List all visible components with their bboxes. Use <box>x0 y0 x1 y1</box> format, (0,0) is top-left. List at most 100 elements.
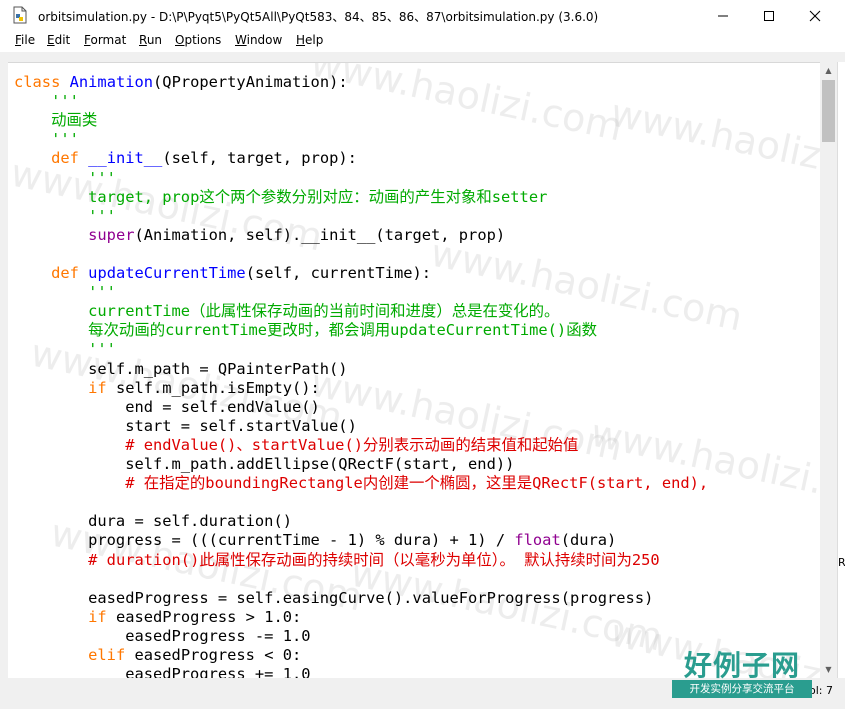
code-line[interactable]: ''' <box>14 169 116 188</box>
maximize-button[interactable] <box>746 0 792 31</box>
code-line[interactable]: # 在指定的boundingRectangle内创建一个椭圆，这里是QRectF… <box>14 474 708 493</box>
code-line[interactable]: 每次动画的currentTime更改时，都会调用updateCurrentTim… <box>14 321 597 340</box>
code-token: dura = self.duration() <box>14 512 292 531</box>
code-line[interactable]: # duration()此属性保存动画的持续时间（以毫秒为单位）。 默认持续时间… <box>14 551 660 570</box>
code-line[interactable]: self.m_path.addEllipse(QRectF(start, end… <box>14 455 514 474</box>
code-token: easedProgress < 0: <box>125 646 302 664</box>
watermark: www.haolizi.com <box>306 62 627 150</box>
column-indicator: ol: 7 <box>809 684 833 697</box>
menu-edit[interactable]: Edit <box>47 33 70 47</box>
code-line[interactable]: def updateCurrentTime(self, currentTime)… <box>14 264 431 283</box>
minimize-icon <box>718 15 728 16</box>
code-token: ''' <box>88 340 116 359</box>
code-line[interactable]: if easedProgress > 1.0: <box>14 608 301 627</box>
code-line[interactable]: # endValue()、startValue()分别表示动画的结束值和起始值 <box>14 436 578 455</box>
code-token: Animation <box>69 73 154 91</box>
code-token: (QPropertyAnimation): <box>153 73 348 91</box>
code-token: ''' <box>88 206 116 225</box>
watermark: www.haolizi.com <box>586 410 820 520</box>
menu-window[interactable]: Window <box>235 33 282 47</box>
code-line[interactable]: ''' <box>14 340 116 359</box>
code-line[interactable]: def __init__(self, target, prop): <box>14 149 357 168</box>
code-line[interactable]: super(Animation, self).__init__(target, … <box>14 226 505 245</box>
code-line[interactable]: progress = (((currentTime - 1) % dura) +… <box>14 531 616 550</box>
code-token: updateCurrentTime <box>88 264 246 282</box>
scroll-thumb[interactable] <box>822 80 835 142</box>
code-token: target, prop这个两个参数分别对应：动画的产生对象和setter <box>88 187 548 206</box>
vertical-scrollbar[interactable]: ▲ ▼ <box>820 62 837 678</box>
code-token: easedProgress = self.easingCurve().value… <box>14 588 654 607</box>
code-line[interactable]: elif easedProgress < 0: <box>14 646 301 665</box>
code-line[interactable]: ''' <box>14 283 116 302</box>
code-token: # duration()此属性保存动画的持续时间（以毫秒为单位）。 默认持续时间… <box>88 550 660 569</box>
scroll-up-icon[interactable]: ▲ <box>820 62 837 79</box>
code-token: start = self.startValue() <box>14 416 357 435</box>
code-token: self.m_path.isEmpty(): <box>106 378 320 397</box>
code-token: ''' <box>51 92 79 111</box>
menu-help[interactable]: Help <box>296 33 323 47</box>
maximize-icon <box>764 10 774 21</box>
code-line[interactable]: ''' <box>14 207 116 226</box>
code-token: 每次动画的currentTime更改时，都会调用updateCurrentTim… <box>88 321 597 340</box>
code-token: (Animation, self).__init__(target, prop) <box>134 225 506 244</box>
code-line[interactable]: end = self.endValue() <box>14 398 320 417</box>
code-line[interactable]: if self.m_path.isEmpty(): <box>14 379 320 398</box>
code-line[interactable]: ''' <box>14 130 79 149</box>
watermark: www.haolizi.com <box>606 90 820 200</box>
code-editor[interactable]: www.haolizi.com www.haolizi.com www.haol… <box>8 62 820 679</box>
code-line[interactable]: easedProgress = self.easingCurve().value… <box>14 589 653 608</box>
menu-file[interactable]: File <box>15 33 35 47</box>
code-token: if <box>88 607 107 626</box>
minimize-button[interactable] <box>700 0 746 31</box>
code-token: # endValue()、startValue()分别表示动画的结束值和起始值 <box>125 435 579 454</box>
code-token: (self, currentTime): <box>245 264 432 282</box>
code-token: elif <box>88 646 126 664</box>
code-line[interactable]: easedProgress -= 1.0 <box>14 626 311 646</box>
code-token: progress = (((currentTime - 1) % dura) +… <box>14 531 515 550</box>
code-line[interactable]: target, prop这个两个参数分别对应：动画的产生对象和setter <box>14 188 547 207</box>
code-token: ''' <box>88 168 116 187</box>
code-line[interactable]: 动画类 <box>14 111 97 130</box>
menu-bar: File Edit Format Run Options Window Help <box>0 31 845 52</box>
code-token: super <box>88 225 135 244</box>
code-line[interactable]: easedProgress += 1.0 <box>14 665 310 679</box>
site-logo-subtitle: 开发实例分享交流平台 <box>672 680 812 698</box>
code-token: ''' <box>88 283 116 302</box>
code-line[interactable]: dura = self.duration() <box>14 512 292 531</box>
code-line[interactable]: currentTime（此属性保存动画的当前时间和进度）总是在变化的。 <box>14 302 559 321</box>
background-window-text: Re <box>838 556 845 569</box>
code-token: easedProgress > 1.0: <box>106 607 302 626</box>
code-line[interactable]: ''' <box>14 92 79 111</box>
menu-options[interactable]: Options <box>175 33 221 47</box>
menu-format[interactable]: Format <box>84 33 126 47</box>
code-line[interactable]: class Animation(QPropertyAnimation): <box>14 73 348 92</box>
code-token: float <box>514 531 561 550</box>
menu-run[interactable]: Run <box>139 33 162 47</box>
close-button[interactable] <box>792 0 838 31</box>
code-line[interactable]: start = self.startValue() <box>14 417 357 436</box>
code-token: __init__ <box>88 149 163 168</box>
scroll-down-icon[interactable]: ▼ <box>820 661 837 678</box>
code-token: def <box>51 264 79 282</box>
code-token: easedProgress -= 1.0 <box>14 626 311 645</box>
site-logo-title: 好例子网 <box>683 649 800 682</box>
code-token: if <box>88 378 107 397</box>
code-token: (dura) <box>560 531 617 550</box>
code-line[interactable]: self.m_path = QPainterPath() <box>14 360 347 379</box>
code-token: # 在指定的boundingRectangle内创建一个椭圆，这里是QRectF… <box>125 474 709 493</box>
